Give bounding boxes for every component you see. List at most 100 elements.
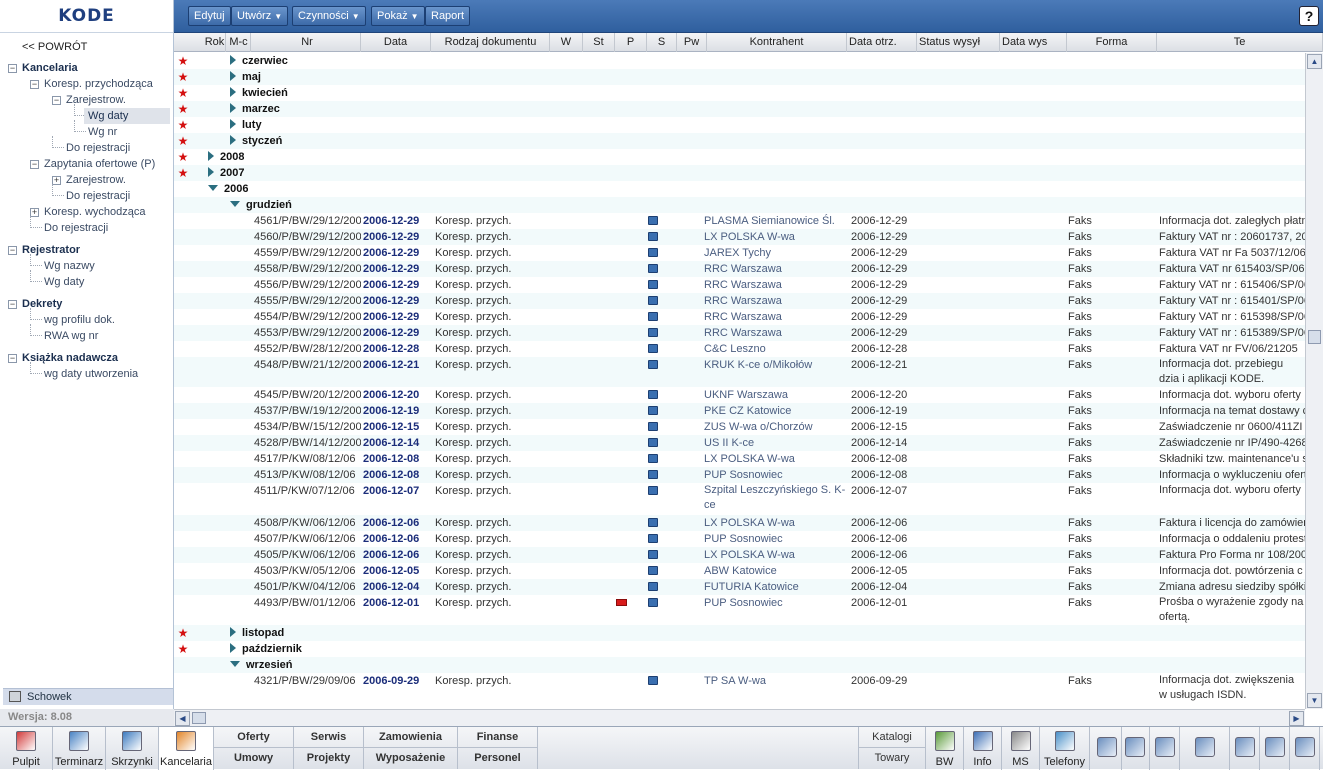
column-header[interactable]: Pw — [677, 33, 707, 52]
group-row[interactable]: ★ maj — [174, 69, 1305, 85]
tree-item[interactable]: wg daty utworzenia — [44, 366, 138, 382]
tree-expander-icon[interactable]: − — [30, 160, 39, 169]
document-scan-icon[interactable] — [648, 419, 662, 435]
tree-item[interactable]: Wg nr — [88, 124, 117, 140]
table-row[interactable]: 4537/P/BW/19/12/2006 2006-12-19 Koresp. pr… — [174, 403, 1305, 419]
nav-terminarz-button[interactable]: Terminarz — [53, 727, 106, 770]
tree-item[interactable]: Wg daty — [84, 108, 170, 124]
tree-item[interactable]: Dekrety — [22, 296, 62, 312]
menu-wyposażenie[interactable]: Wyposażenie — [364, 748, 458, 769]
expand-down-icon[interactable] — [230, 201, 240, 207]
group-row[interactable]: ★ listopad — [174, 625, 1305, 641]
group-label[interactable]: 2008 — [208, 149, 244, 165]
tree-expander-icon[interactable]: − — [8, 354, 17, 363]
scroll-up-icon[interactable]: ▲ — [1307, 54, 1322, 69]
table-row[interactable]: 4507/P/KW/06/12/06 2006-12-06 Koresp. przy… — [174, 531, 1305, 547]
menu-umowy[interactable]: Umowy — [214, 748, 294, 769]
table-row[interactable]: 4493/P/BW/01/12/06 2006-12-01 Koresp. przy… — [174, 595, 1305, 625]
tree-item[interactable]: Koresp. przychodząca — [44, 76, 153, 92]
document-button[interactable] — [1150, 727, 1180, 770]
horizontal-scrollbar[interactable]: ◀ ▶ — [174, 709, 1305, 726]
document-scan-icon[interactable] — [648, 673, 662, 689]
column-header[interactable]: Kontrahent — [707, 33, 847, 52]
report-button[interactable]: Raport — [425, 6, 471, 26]
document-scan-icon[interactable] — [648, 563, 662, 579]
tree-expander-icon[interactable]: − — [8, 246, 17, 255]
document-scan-icon[interactable] — [648, 341, 662, 357]
document-scan-icon[interactable] — [648, 245, 662, 261]
menu-projekty[interactable]: Projekty — [294, 748, 364, 769]
group-row[interactable]: ★ 2007 — [174, 165, 1305, 181]
table-row[interactable]: 4555/P/BW/29/12/2006 2006-12-29 Koresp. pr… — [174, 293, 1305, 309]
show-menu-button[interactable]: Pokaż ▼ — [371, 6, 425, 26]
group-row[interactable]: wrzesień — [174, 657, 1305, 673]
column-header[interactable]: W — [550, 33, 583, 52]
user-button[interactable] — [1260, 727, 1290, 770]
table-row[interactable]: 4545/P/BW/20/12/2006 2006-12-20 Koresp. pr… — [174, 387, 1305, 403]
column-header[interactable]: Data wys — [1000, 33, 1067, 52]
group-row[interactable]: ★ 2008 — [174, 149, 1305, 165]
document-scan-icon[interactable] — [648, 579, 662, 595]
table-row[interactable]: 4556/P/BW/29/12/2006 2006-12-29 Koresp. pr… — [174, 277, 1305, 293]
document-scan-icon[interactable] — [648, 531, 662, 547]
column-header[interactable]: Data — [361, 33, 431, 52]
column-header[interactable]: Status wysył — [917, 33, 1000, 52]
group-row[interactable]: ★ czerwiec — [174, 53, 1305, 69]
hscroll-thumb[interactable] — [192, 712, 206, 724]
expand-right-icon[interactable] — [230, 103, 236, 113]
group-label[interactable]: marzec — [230, 101, 280, 117]
group-label[interactable]: wrzesień — [230, 657, 292, 673]
expand-right-icon[interactable] — [230, 119, 236, 129]
document-scan-icon[interactable] — [648, 467, 662, 483]
table-row[interactable]: 4559/P/BW/29/12/2006 2006-12-29 Koresp. pr… — [174, 245, 1305, 261]
search-button[interactable] — [1092, 727, 1122, 770]
document-scan-icon[interactable] — [648, 403, 662, 419]
group-label[interactable]: 2006 — [208, 181, 248, 197]
edit-button[interactable]: Edytuj — [188, 6, 231, 26]
document-scan-icon[interactable] — [648, 261, 662, 277]
expand-right-icon[interactable] — [230, 87, 236, 97]
tree-item[interactable]: Wg nazwy — [44, 258, 95, 274]
table-row[interactable]: 4511/P/KW/07/12/06 2006-12-07 Koresp. przy… — [174, 483, 1305, 515]
column-header[interactable]: M-c — [227, 33, 251, 52]
document-scan-icon[interactable] — [648, 229, 662, 245]
expand-right-icon[interactable] — [208, 167, 214, 177]
document-scan-icon[interactable] — [648, 213, 662, 229]
group-label[interactable]: kwiecień — [230, 85, 288, 101]
info-button[interactable]: Info — [964, 727, 1002, 770]
column-header[interactable]: Rodzaj dokumentu — [432, 33, 550, 52]
tree-item[interactable]: wg profilu dok. — [44, 312, 115, 328]
table-row[interactable]: 4548/P/BW/21/12/2006 2006-12-21 Koresp. pr… — [174, 357, 1305, 387]
tree-item[interactable]: Do rejestracji — [66, 188, 130, 204]
column-header[interactable]: Forma — [1067, 33, 1157, 52]
bw-button[interactable]: BW — [926, 727, 964, 770]
nav-skrzynki-button[interactable]: Skrzynki — [106, 727, 159, 770]
table-row[interactable]: 4517/P/KW/08/12/06 2006-12-08 Koresp. przy… — [174, 451, 1305, 467]
group-label[interactable]: luty — [230, 117, 262, 133]
table-row[interactable]: 4558/P/BW/29/12/2006 2006-12-29 Koresp. pr… — [174, 261, 1305, 277]
expand-right-icon[interactable] — [230, 627, 236, 637]
group-label[interactable]: czerwiec — [230, 53, 288, 69]
document-scan-icon[interactable] — [648, 293, 662, 309]
menu-katalogi[interactable]: Katalogi — [858, 727, 926, 748]
menu-serwis[interactable]: Serwis — [294, 727, 364, 748]
scroll-right-icon[interactable]: ▶ — [1289, 711, 1304, 726]
group-row[interactable]: ★ luty — [174, 117, 1305, 133]
tree-item[interactable]: Zapytania ofertowe (P) — [44, 156, 155, 172]
document-scan-icon[interactable] — [648, 451, 662, 467]
tree-item[interactable]: Zarejestrow. — [66, 172, 126, 188]
document-scan-icon[interactable] — [648, 435, 662, 451]
column-header[interactable]: Rok — [204, 33, 226, 52]
group-label[interactable]: listopad — [230, 625, 284, 641]
group-row[interactable]: grudzień — [174, 197, 1305, 213]
tree-item[interactable]: Do rejestracji — [66, 140, 130, 156]
menu-personel[interactable]: Personel — [458, 748, 538, 769]
scroll-down-icon[interactable]: ▼ — [1307, 693, 1322, 708]
expand-down-icon[interactable] — [208, 185, 218, 191]
table-row[interactable]: 4505/P/KW/06/12/06 2006-12-06 Koresp. przy… — [174, 547, 1305, 563]
tree-item[interactable]: Kancelaria — [22, 60, 78, 76]
group-row[interactable]: ★ kwiecień — [174, 85, 1305, 101]
table-row[interactable]: 4513/P/KW/08/12/06 2006-12-08 Koresp. przy… — [174, 467, 1305, 483]
group-label[interactable]: styczeń — [230, 133, 282, 149]
vertical-scrollbar[interactable]: ▲ ▼ — [1305, 53, 1323, 709]
